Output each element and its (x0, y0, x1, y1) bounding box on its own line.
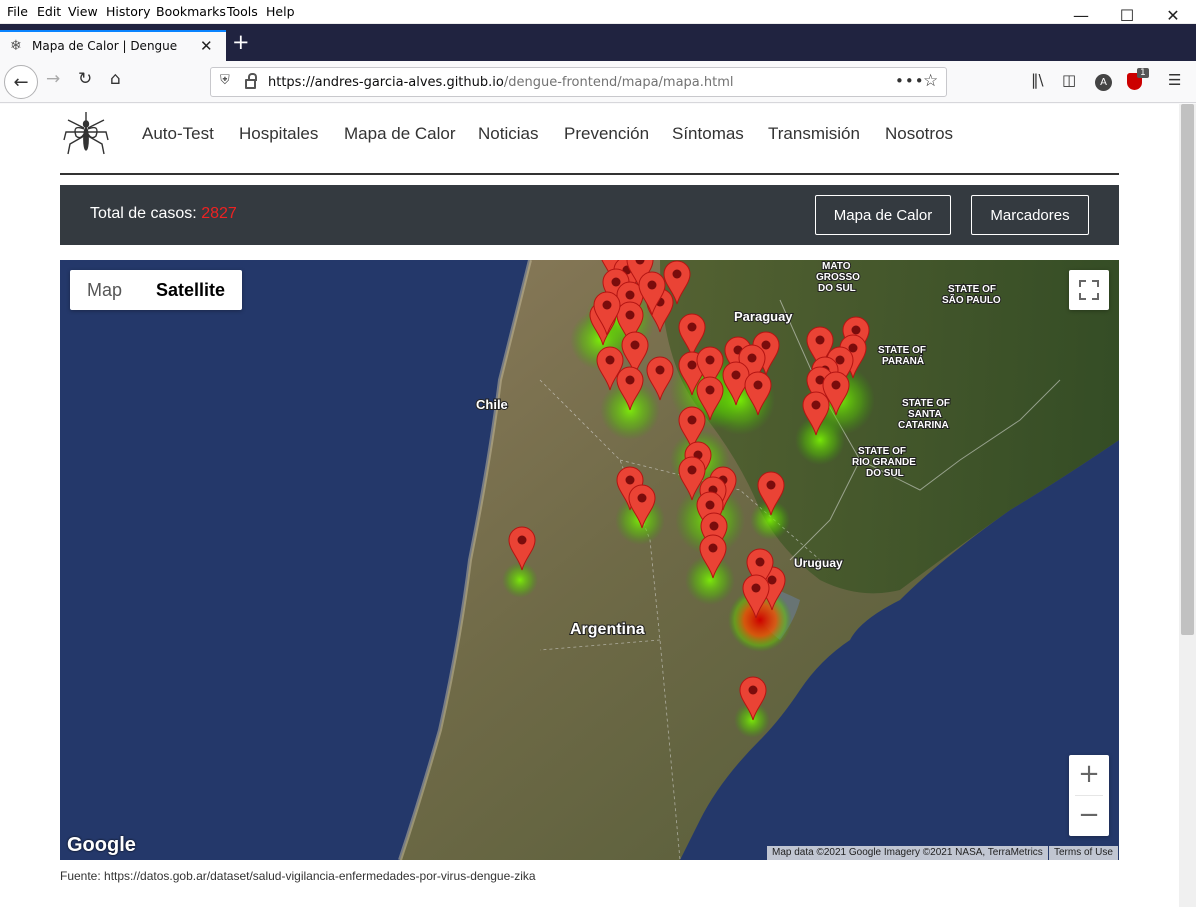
label-mato-3: DO SUL (818, 283, 856, 294)
nav-sintomas[interactable]: Síntomas (672, 124, 744, 144)
source-text: Fuente: https://datos.gob.ar/dataset/sal… (60, 869, 536, 883)
label-rs-2: RIO GRANDE (852, 457, 916, 468)
menu-help[interactable]: Help (266, 4, 295, 19)
zoom-in-button[interactable]: + (1069, 755, 1109, 795)
label-argentina: Argentina (570, 621, 645, 638)
lock-icon[interactable] (245, 73, 257, 89)
nav-mapa-de-calor[interactable]: Mapa de Calor (344, 124, 456, 144)
map-container[interactable]: Paraguay Chile Argentina Uruguay MATO GR… (60, 260, 1119, 860)
fullscreen-button[interactable] (1069, 270, 1109, 310)
forward-arrow-icon[interactable]: → (46, 69, 60, 89)
zoom-out-button[interactable]: − (1069, 796, 1109, 836)
hamburger-menu-icon[interactable]: ☰ (1168, 71, 1181, 89)
scrollbar-thumb[interactable] (1181, 104, 1194, 635)
mosquito-logo-icon[interactable] (62, 110, 110, 158)
menu-bookmarks[interactable]: Bookmarks (156, 4, 226, 19)
close-tab-icon[interactable]: ✕ (200, 37, 213, 55)
tab-title: Mapa de Calor | Dengue (32, 39, 178, 53)
tab-bar: ❄ Mapa de Calor | Dengue ✕ + (0, 24, 1196, 61)
nav-hospitales[interactable]: Hospitales (239, 124, 318, 144)
label-chile: Chile (476, 397, 508, 412)
mosquito-favicon-icon: ❄ (10, 38, 22, 54)
tracking-shield-icon[interactable]: ⛨ (220, 73, 230, 88)
home-icon[interactable]: ⌂ (110, 69, 121, 89)
label-sp-2: SÃO PAULO (942, 293, 1001, 306)
fullscreen-icon (1079, 280, 1099, 300)
label-sc-2: SANTA (908, 409, 942, 420)
back-arrow-icon: ← (13, 71, 29, 93)
new-tab-icon[interactable]: + (232, 30, 250, 54)
map-type-map-button[interactable]: Map (70, 270, 139, 310)
label-rs-3: DO SUL (866, 468, 904, 479)
url-bar[interactable]: ⛨ https://andres-garcia-alves.github.io/… (210, 67, 947, 97)
library-icon[interactable]: ‖\ (1031, 71, 1044, 89)
divider (60, 173, 1119, 175)
menu-history[interactable]: History (106, 4, 150, 19)
nav-nosotros[interactable]: Nosotros (885, 124, 953, 144)
zoom-control: + − (1069, 755, 1109, 836)
reload-icon[interactable]: ↻ (78, 69, 92, 89)
label-rs-1: STATE OF (858, 446, 906, 457)
total-cases-count: 2827 (201, 205, 237, 222)
nav-noticias[interactable]: Noticias (478, 124, 538, 144)
menu-edit[interactable]: Edit (37, 4, 61, 19)
navigation-bar: ← → ↻ ⌂ ⛨ https://andres-garcia-alves.gi… (0, 61, 1196, 103)
map-type-control: Map Satellite (70, 270, 243, 310)
label-pr-1: STATE OF (878, 345, 926, 356)
account-icon[interactable]: A (1095, 74, 1112, 91)
terms-of-use-link[interactable]: Terms of Use (1049, 846, 1118, 860)
sidebar-icon[interactable]: ◫ (1062, 71, 1076, 89)
stats-bar: Total de casos: 2827 Mapa de Calor Marca… (60, 185, 1119, 245)
url-text[interactable]: https://andres-garcia-alves.github.io/de… (268, 75, 734, 90)
label-pr-2: PARANÁ (882, 354, 924, 367)
browser-menubar: File Edit View History Bookmarks Tools H… (0, 0, 1196, 25)
bookmark-star-icon[interactable]: ☆ (923, 71, 938, 91)
heatmap-button[interactable]: Mapa de Calor (815, 195, 951, 235)
page-actions-icon[interactable]: ••• (895, 72, 925, 90)
tab-active[interactable]: ❄ Mapa de Calor | Dengue ✕ (0, 30, 226, 61)
nav-transmision[interactable]: Transmisión (768, 124, 860, 144)
label-mato-1: MATO (822, 261, 851, 272)
label-sc-3: CATARINA (898, 420, 949, 431)
menu-file[interactable]: File (7, 4, 28, 19)
menu-view[interactable]: View (68, 4, 98, 19)
satellite-map[interactable]: Paraguay Chile Argentina Uruguay MATO GR… (60, 260, 1119, 860)
label-mato-2: GROSSO (816, 272, 860, 283)
nav-prevencion[interactable]: Prevención (564, 124, 649, 144)
label-sc-1: STATE OF (902, 398, 950, 409)
map-type-satellite-button[interactable]: Satellite (139, 270, 242, 310)
menu-tools[interactable]: Tools (227, 4, 258, 19)
page-content: Auto-Test Hospitales Mapa de Calor Notic… (0, 104, 1179, 907)
back-button[interactable]: ← (4, 65, 38, 99)
label-sp-1: STATE OF (948, 284, 996, 295)
label-paraguay: Paraguay (734, 309, 793, 324)
markers-button[interactable]: Marcadores (971, 195, 1089, 235)
label-uruguay: Uruguay (794, 556, 843, 570)
map-attribution[interactable]: Map data ©2021 Google Imagery ©2021 NASA… (767, 846, 1048, 860)
nav-auto-test[interactable]: Auto-Test (142, 124, 214, 144)
google-logo[interactable]: Google (67, 834, 136, 857)
total-cases-label: Total de casos: 2827 (90, 205, 237, 222)
extension-badge: 1 (1137, 68, 1149, 78)
